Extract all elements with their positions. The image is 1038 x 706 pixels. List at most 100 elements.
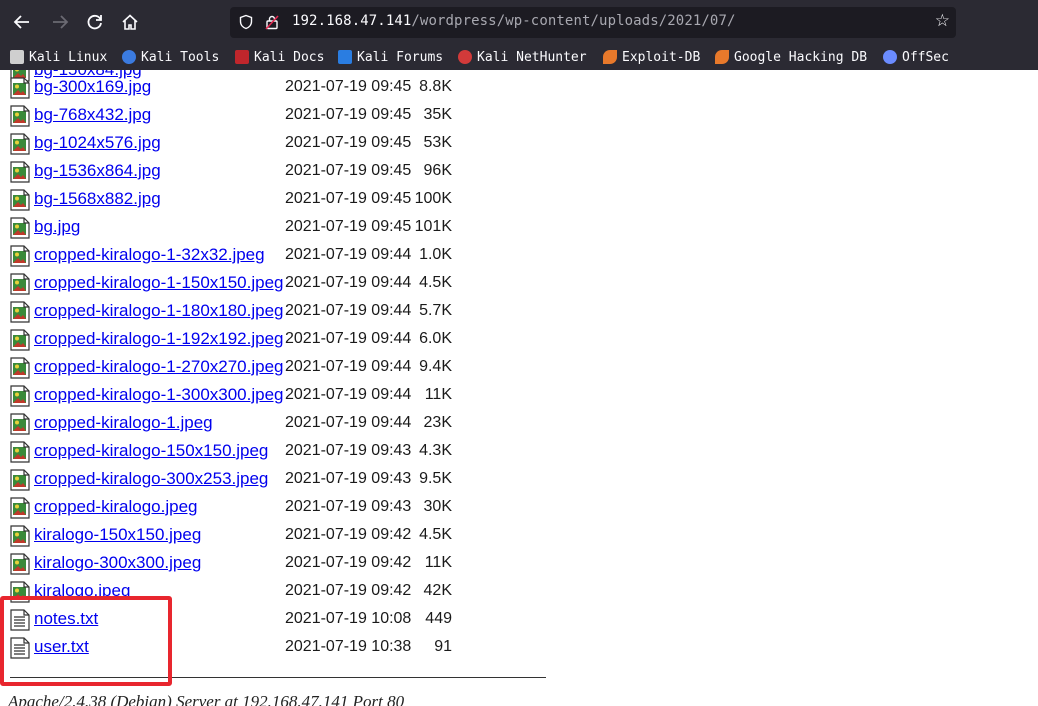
address-bar[interactable]: 192.168.47.141/wordpress/wp-content/uplo… bbox=[230, 7, 956, 38]
back-button[interactable] bbox=[8, 8, 36, 36]
exploit-db-icon bbox=[603, 50, 617, 64]
bookmark-kali-linux[interactable]: Kali Linux bbox=[10, 48, 107, 66]
file-link[interactable]: cropped-kiralogo-150x150.jpeg bbox=[34, 441, 268, 461]
forward-button[interactable] bbox=[46, 8, 74, 36]
image-file-icon bbox=[10, 553, 30, 575]
image-file-icon bbox=[10, 245, 30, 267]
offsec-icon bbox=[883, 50, 897, 64]
file-link[interactable]: cropped-kiralogo-1-300x300.jpeg bbox=[34, 385, 284, 405]
file-link[interactable]: bg-300x169.jpg bbox=[34, 77, 151, 97]
file-modified-date: 2021-07-19 10:38 bbox=[285, 638, 412, 655]
file-modified-date: 2021-07-19 09:44 bbox=[285, 358, 412, 375]
image-file-icon bbox=[10, 357, 30, 379]
bookmark-kali-tools[interactable]: Kali Tools bbox=[122, 48, 219, 66]
file-link[interactable]: bg-768x432.jpg bbox=[34, 105, 151, 125]
file-link[interactable]: bg-1024x576.jpg bbox=[34, 133, 161, 153]
bookmark-label: Exploit-DB bbox=[622, 49, 701, 65]
file-link[interactable]: cropped-kiralogo.jpeg bbox=[34, 497, 198, 517]
url-path: /wordpress/wp-content/uploads/2021/07/ bbox=[411, 13, 736, 29]
table-row: bg-768x432.jpg 2021-07-19 09:45 35K bbox=[0, 102, 600, 130]
table-row: bg-1024x576.jpg 2021-07-19 09:45 53K bbox=[0, 130, 600, 158]
file-size: 91 bbox=[434, 638, 452, 655]
file-size: 30K bbox=[423, 498, 452, 515]
file-size: 96K bbox=[423, 162, 452, 179]
file-modified-date: 2021-07-19 09:42 bbox=[285, 554, 412, 571]
image-file-icon bbox=[10, 469, 30, 491]
bookmark-label: Kali NetHunter bbox=[477, 49, 587, 65]
file-link[interactable]: kiralogo-300x300.jpeg bbox=[34, 553, 201, 573]
file-modified-date: 2021-07-19 09:43 bbox=[285, 442, 412, 459]
table-row: cropped-kiralogo-1-300x300.jpeg 2021-07-1… bbox=[0, 382, 600, 410]
table-row: cropped-kiralogo-1.jpeg 2021-07-19 09:44 2… bbox=[0, 410, 600, 438]
home-button[interactable] bbox=[116, 8, 144, 36]
file-modified-date: 2021-07-19 09:44 bbox=[285, 246, 412, 263]
file-link[interactable]: cropped-kiralogo-1-192x192.jpeg bbox=[34, 329, 284, 349]
bookmark-google-hacking-db[interactable]: Google Hacking DB bbox=[715, 48, 867, 66]
file-size: 1.0K bbox=[419, 246, 452, 263]
file-modified-date: 2021-07-19 09:45 bbox=[285, 106, 412, 123]
tracking-protection-shield-icon[interactable] bbox=[238, 14, 254, 30]
reload-icon bbox=[87, 14, 102, 30]
ghdb-icon bbox=[715, 50, 729, 64]
file-size: 101K bbox=[414, 218, 452, 235]
file-modified-date: 2021-07-19 09:44 bbox=[285, 274, 412, 291]
file-size: 11K bbox=[424, 554, 452, 571]
url-host: 192.168.47.141 bbox=[292, 13, 412, 29]
bookmark-exploit-db[interactable]: Exploit-DB bbox=[603, 48, 700, 66]
bookmark-label: OffSec bbox=[902, 49, 949, 65]
file-link[interactable]: cropped-kiralogo-1-150x150.jpeg bbox=[34, 273, 284, 293]
file-modified-date: 2021-07-19 09:42 bbox=[285, 582, 412, 599]
table-row: cropped-kiralogo-1-270x270.jpeg 2021-07-1… bbox=[0, 354, 600, 382]
bookmark-kali-docs[interactable]: Kali Docs bbox=[235, 48, 324, 66]
file-modified-date: 2021-07-19 09:44 bbox=[285, 386, 412, 403]
highlight-annotation-box bbox=[0, 596, 172, 686]
file-link[interactable]: cropped-kiralogo-1.jpeg bbox=[34, 413, 213, 433]
file-link[interactable]: cropped-kiralogo-1-270x270.jpeg bbox=[34, 357, 284, 377]
bookmark-kali-forums[interactable]: Kali Forums bbox=[338, 48, 443, 66]
image-file-icon bbox=[10, 189, 30, 211]
bookmarks-toolbar: Kali Linux Kali Tools Kali Docs Kali For… bbox=[0, 44, 1038, 70]
bookmark-label: Google Hacking DB bbox=[734, 49, 868, 65]
forward-arrow-icon bbox=[53, 15, 69, 29]
file-link[interactable]: cropped-kiralogo-1-180x180.jpeg bbox=[34, 301, 284, 321]
image-file-icon bbox=[10, 329, 30, 351]
file-modified-date: 2021-07-19 09:45 bbox=[285, 78, 412, 95]
image-file-icon bbox=[10, 525, 30, 547]
file-modified-date: 2021-07-19 09:44 bbox=[285, 330, 412, 347]
table-row: kiralogo-300x300.jpeg 2021-07-19 09:42 11K bbox=[0, 550, 600, 578]
insecure-lock-icon[interactable] bbox=[264, 14, 280, 30]
file-modified-date: 2021-07-19 09:43 bbox=[285, 470, 412, 487]
table-row: cropped-kiralogo-150x150.jpeg 2021-07-19 … bbox=[0, 438, 600, 466]
file-link[interactable]: cropped-kiralogo-1-32x32.jpeg bbox=[34, 245, 265, 265]
file-size: 9.5K bbox=[419, 470, 452, 487]
reload-button[interactable] bbox=[81, 8, 109, 36]
file-size: 53K bbox=[423, 134, 452, 151]
bookmark-kali-nethunter[interactable]: Kali NetHunter bbox=[458, 48, 587, 66]
image-file-icon bbox=[10, 217, 30, 239]
table-row: cropped-kiralogo-1-192x192.jpeg 2021-07-1… bbox=[0, 326, 600, 354]
file-link[interactable]: cropped-kiralogo-300x253.jpeg bbox=[34, 469, 268, 489]
image-file-icon bbox=[10, 105, 30, 127]
file-link[interactable]: bg.jpg bbox=[34, 217, 80, 237]
kali-tools-icon bbox=[122, 50, 136, 64]
file-size: 4.5K bbox=[419, 274, 452, 291]
file-modified-date: 2021-07-19 09:43 bbox=[285, 498, 412, 515]
file-link[interactable]: bg-1568x882.jpg bbox=[34, 189, 161, 209]
image-file-icon bbox=[10, 385, 30, 407]
file-link[interactable]: kiralogo-150x150.jpeg bbox=[34, 525, 201, 545]
file-size: 42K bbox=[423, 582, 452, 599]
image-file-icon bbox=[10, 413, 30, 435]
file-link[interactable]: bg-1536x864.jpg bbox=[34, 161, 161, 181]
image-file-icon bbox=[10, 441, 30, 463]
table-row: bg-1568x882.jpg 2021-07-19 09:45 100K bbox=[0, 186, 600, 214]
file-modified-date: 2021-07-19 09:45 bbox=[285, 134, 412, 151]
bookmark-label: Kali Tools bbox=[141, 49, 220, 65]
home-icon bbox=[122, 14, 138, 30]
bookmark-star-icon[interactable]: ☆ bbox=[935, 11, 950, 31]
file-size: 4.5K bbox=[419, 526, 452, 543]
file-size: 100K bbox=[414, 190, 452, 207]
bookmark-offsec[interactable]: OffSec bbox=[883, 48, 949, 66]
table-row: bg-1536x864.jpg 2021-07-19 09:45 96K bbox=[0, 158, 600, 186]
file-modified-date: 2021-07-19 09:45 bbox=[285, 162, 412, 179]
table-row: bg-300x169.jpg 2021-07-19 09:45 8.8K bbox=[0, 74, 600, 102]
